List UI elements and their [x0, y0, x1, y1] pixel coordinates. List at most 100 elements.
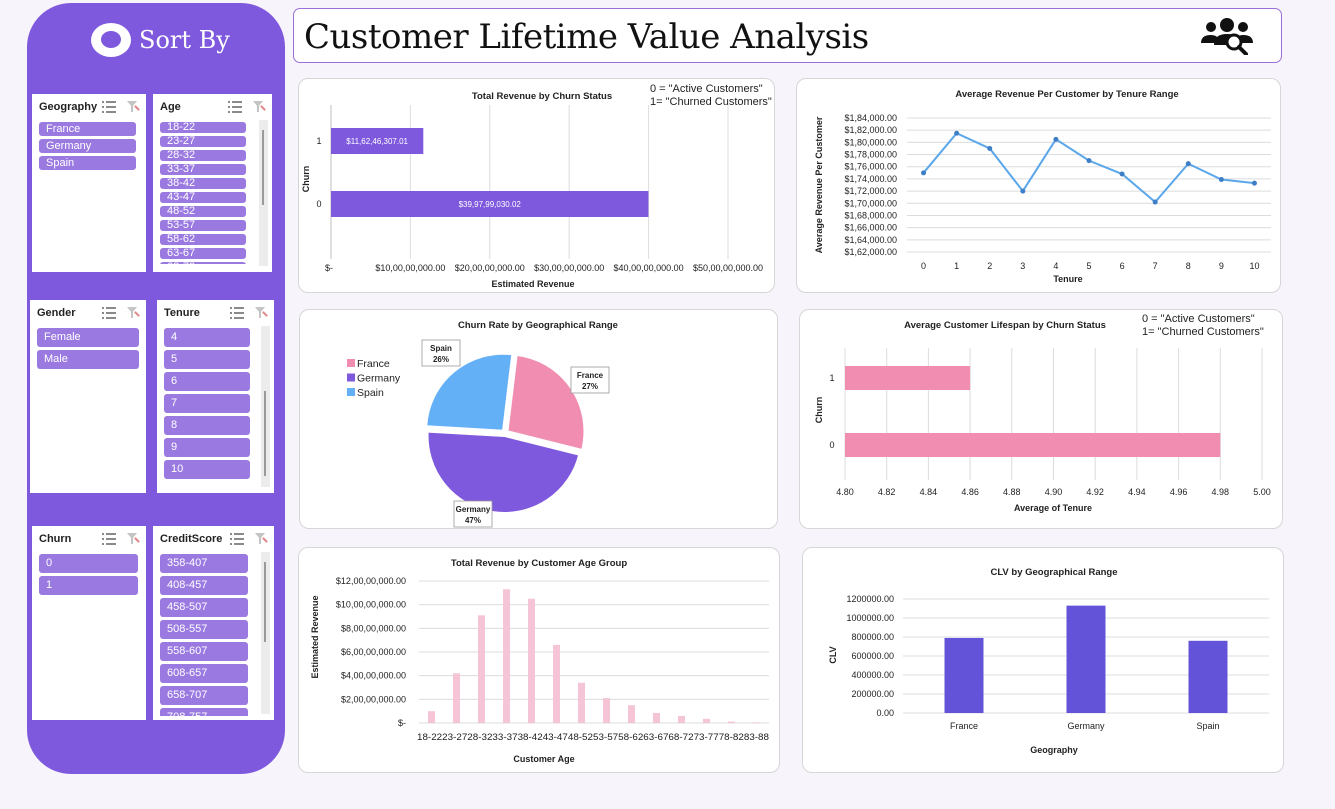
- slicer-item[interactable]: 6: [164, 372, 250, 391]
- slicer-item[interactable]: 358-407: [160, 554, 248, 573]
- slicer-item[interactable]: 10: [164, 460, 250, 479]
- slicer-title: Churn: [39, 533, 72, 545]
- data-point: [954, 130, 960, 136]
- x-tick-label: 1: [954, 261, 959, 271]
- slicer-items: 4 5 6 7 8 9 10: [164, 328, 250, 488]
- slicer-item[interactable]: 5: [164, 350, 250, 369]
- slicer-items: 358-407 408-457 458-507 508-557 558-607 608-6…: [160, 554, 248, 716]
- slicer-header: Gender: [37, 306, 140, 322]
- data-label-value: 26%: [433, 355, 449, 364]
- slicer-item[interactable]: 1: [39, 576, 138, 595]
- multi-select-icon[interactable]: [230, 307, 244, 319]
- y-tick-label: $1,72,000.00: [844, 186, 897, 196]
- clear-filter-icon[interactable]: [126, 101, 140, 113]
- y-tick-label: $1,76,000.00: [844, 162, 897, 172]
- slicer-scrollbar[interactable]: [261, 326, 270, 487]
- chart-svg: Churn Rate by Geographical Range France 27…: [347, 320, 618, 528]
- slicer-item[interactable]: Male: [37, 350, 139, 369]
- slicer-item[interactable]: 48-52: [160, 206, 246, 217]
- x-tick-label: 6: [1120, 261, 1125, 271]
- slicer-item[interactable]: France: [39, 122, 136, 136]
- slicer-item[interactable]: 8: [164, 416, 250, 435]
- chart-title: Total Revenue by Churn Status: [472, 91, 612, 102]
- slicer-geography: Geography France Germany Spain: [32, 94, 146, 272]
- slicer-item[interactable]: Spain: [39, 156, 136, 170]
- chart-svg: CLV by Geographical Range 1200000.00 10000…: [828, 567, 1269, 755]
- chart-svg: Total Revenue by Churn Status $- $10,00,00…: [301, 91, 763, 289]
- slicer-title: Geography: [39, 101, 98, 113]
- slicer-item[interactable]: 23-27: [160, 136, 246, 147]
- slicer-item[interactable]: 0: [39, 554, 138, 573]
- slicer-item[interactable]: Germany: [39, 139, 136, 153]
- slicer-item[interactable]: 68-72: [160, 262, 246, 264]
- clear-filter-icon[interactable]: [126, 307, 140, 319]
- slicer-gender: Gender Female Male: [30, 300, 146, 493]
- y-tick-label: $6,00,00,000.00: [341, 647, 406, 657]
- slicer-header: Geography: [39, 100, 140, 116]
- x-tick-label: 7: [1153, 261, 1158, 271]
- slicer-age: Age 18-22 23-27 28-32 33-37 38-42 43-47 48-52 53…: [153, 94, 272, 272]
- clear-filter-icon[interactable]: [254, 533, 268, 545]
- slicer-scrollbar[interactable]: [261, 552, 270, 714]
- slicer-item[interactable]: 18-22: [160, 122, 246, 133]
- legend-label: Spain: [357, 387, 384, 399]
- slicer-item[interactable]: 708-757: [160, 708, 248, 716]
- bar: [603, 698, 610, 723]
- slicer-item[interactable]: 43-47: [160, 192, 246, 203]
- slicer-item[interactable]: 508-557: [160, 620, 248, 639]
- multi-select-icon[interactable]: [102, 101, 116, 113]
- slicer-item[interactable]: 28-32: [160, 150, 246, 161]
- y-axis-label: CLV: [828, 646, 838, 663]
- slicer-item[interactable]: 33-37: [160, 164, 246, 175]
- legend-swatch: [347, 373, 355, 382]
- slicer-item[interactable]: 408-457: [160, 576, 248, 595]
- chart-title: CLV by Geographical Range: [990, 567, 1117, 578]
- slicer-item[interactable]: 4: [164, 328, 250, 347]
- multi-select-icon[interactable]: [230, 533, 244, 545]
- data-point: [1152, 199, 1158, 205]
- scrollbar-thumb[interactable]: [264, 562, 266, 642]
- clear-filter-icon[interactable]: [254, 307, 268, 319]
- slicer-item[interactable]: 608-657: [160, 664, 248, 683]
- x-tick-label: Spain: [1196, 721, 1219, 731]
- slicer-item[interactable]: 53-57: [160, 220, 246, 231]
- slicer-item[interactable]: 658-707: [160, 686, 248, 705]
- scrollbar-thumb[interactable]: [262, 130, 264, 205]
- x-tick-label: 4.84: [920, 487, 938, 497]
- slicer-item[interactable]: 458-507: [160, 598, 248, 617]
- bar: [678, 715, 685, 723]
- y-tick-label: $1,66,000.00: [844, 223, 897, 233]
- clear-filter-icon[interactable]: [126, 533, 140, 545]
- x-axis-label: Geography: [1030, 745, 1078, 755]
- x-tick-label: 4.86: [961, 487, 979, 497]
- slicer-item[interactable]: 63-67: [160, 248, 246, 259]
- slicer-item[interactable]: 38-42: [160, 178, 246, 189]
- x-tick-label: 9: [1219, 261, 1224, 271]
- x-tick-label: 5.00: [1253, 487, 1271, 497]
- slicer-item[interactable]: 9: [164, 438, 250, 457]
- y-tick-label: $1,68,000.00: [844, 210, 897, 220]
- data-point: [921, 170, 927, 176]
- slicer-tenure: Tenure 4 5 6 7 8 9 10: [157, 300, 274, 493]
- y-tick-label: $1,62,000.00: [844, 247, 897, 257]
- chart-title: Churn Rate by Geographical Range: [458, 320, 618, 331]
- slicer-item[interactable]: Female: [37, 328, 139, 347]
- data-point: [1119, 171, 1125, 177]
- slicer-scrollbar[interactable]: [259, 120, 268, 266]
- clear-filter-icon[interactable]: [252, 101, 266, 113]
- slicer-title: Gender: [37, 307, 76, 319]
- multi-select-icon[interactable]: [228, 101, 242, 113]
- bar: [703, 718, 710, 723]
- slicer-title: Tenure: [164, 307, 200, 319]
- slicer-item[interactable]: 7: [164, 394, 250, 413]
- slicer-item[interactable]: 58-62: [160, 234, 246, 245]
- slicer-item[interactable]: 558-607: [160, 642, 248, 661]
- x-tick-label: $-: [325, 263, 333, 273]
- scrollbar-thumb[interactable]: [264, 391, 266, 476]
- y-tick-label: 600000.00: [851, 651, 894, 661]
- data-point: [1053, 136, 1059, 142]
- bar: [428, 711, 435, 723]
- multi-select-icon[interactable]: [102, 533, 116, 545]
- multi-select-icon[interactable]: [102, 307, 116, 319]
- bar: [553, 644, 560, 723]
